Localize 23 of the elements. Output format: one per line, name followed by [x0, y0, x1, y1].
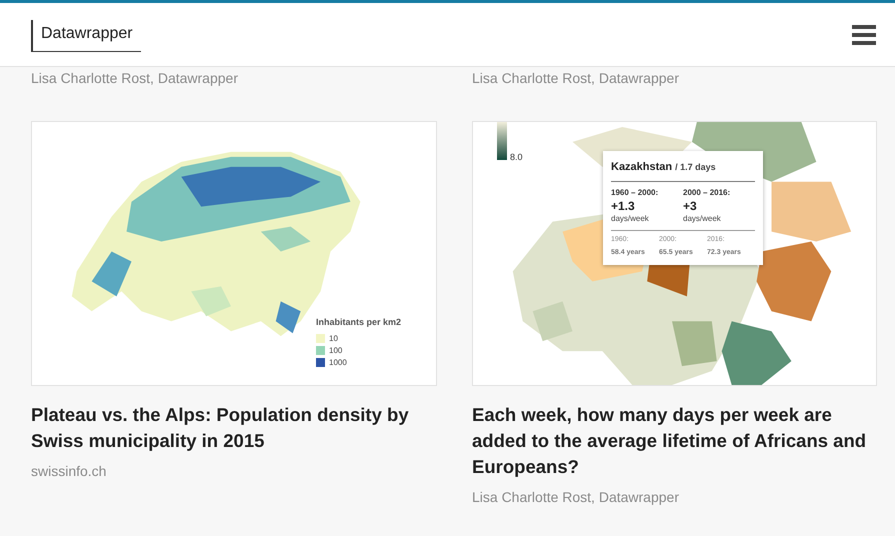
legend-title: Inhabitants per km2	[316, 316, 402, 329]
color-scale-bar	[497, 122, 507, 160]
source-text: Lisa Charlotte Rost, Datawrapper	[472, 488, 680, 507]
period-label: 1960 – 2000:	[611, 186, 660, 198]
scale-label: 8.0	[510, 151, 523, 164]
tooltip-subtitle: / 1.7 days	[675, 161, 716, 174]
period-value: +3	[683, 198, 698, 212]
period-unit: days/week	[683, 212, 722, 224]
article-title[interactable]: Each week, how many days per week are added to the average lifetime of Africans and Europeans?	[472, 402, 877, 480]
legend-label: 10	[329, 334, 338, 344]
tooltip-title: Kazakhstan	[611, 160, 672, 175]
source-text: swissinfo.ch	[31, 462, 108, 481]
legend-label: 100	[329, 346, 342, 356]
author-name: Lisa Charlotte Rost, Datawrapper	[31, 69, 239, 87]
author-name: Lisa Charlotte Rost, Datawrapper	[472, 69, 680, 87]
menu-icon[interactable]	[852, 24, 876, 44]
article-title[interactable]: Plateau vs. the Alps: Population density by Swiss municipality in 2015	[31, 402, 437, 454]
chart-card[interactable]: Inhabitants per km2 10 100 1000	[31, 121, 437, 386]
period-unit: days/week	[611, 212, 650, 224]
logo[interactable]: Datawrapper	[31, 20, 141, 52]
legend-label: 1000	[329, 358, 347, 368]
period-value: +1.3	[611, 198, 636, 212]
period-label: 2000 – 2016:	[683, 186, 732, 198]
